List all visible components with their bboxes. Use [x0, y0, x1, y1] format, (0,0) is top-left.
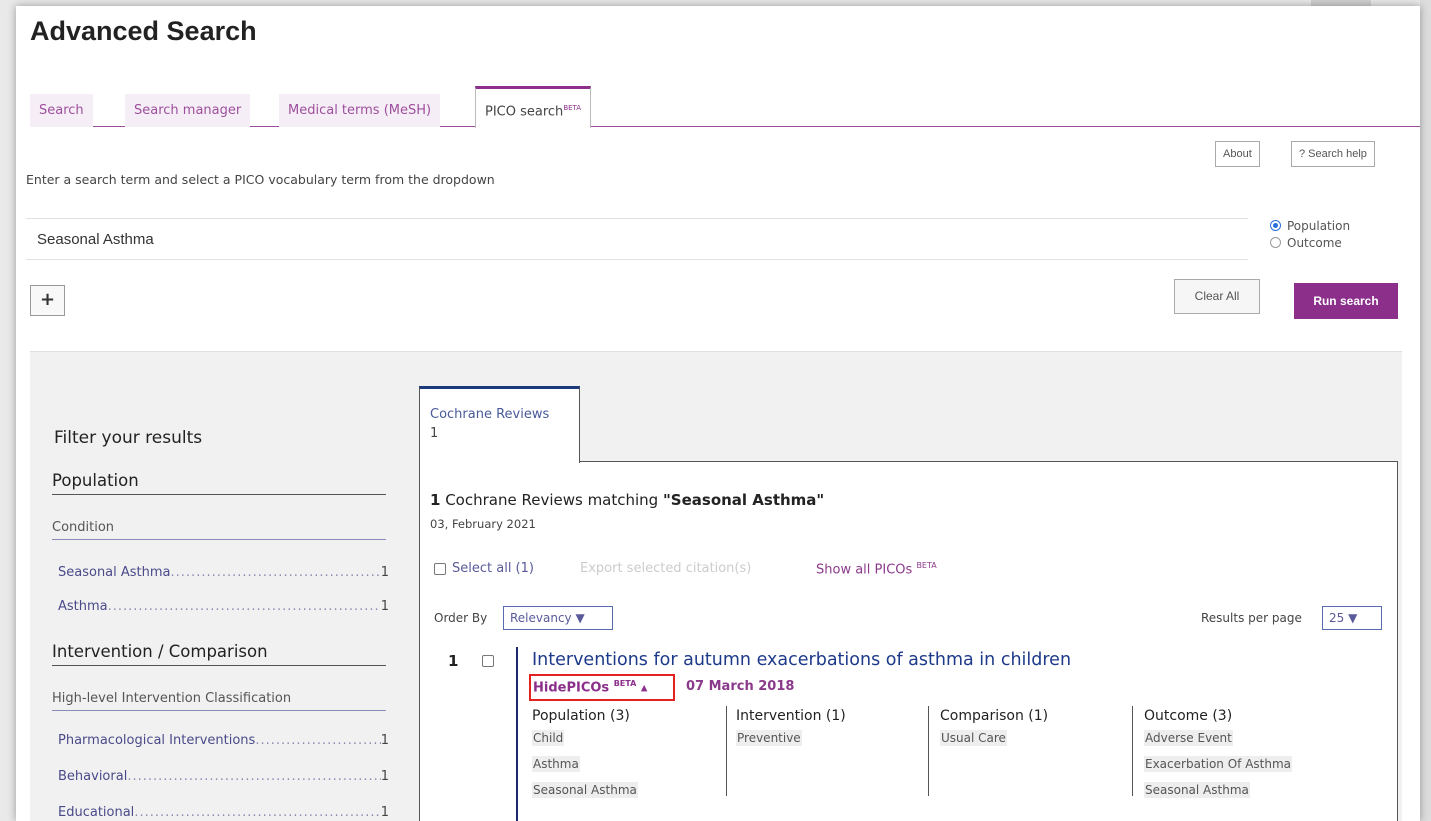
- filter-heading-population: Population: [52, 471, 386, 495]
- order-by-select[interactable]: Relevancy ▼: [503, 606, 613, 630]
- tab-search[interactable]: Search: [30, 94, 93, 127]
- radio-button-icon[interactable]: [1270, 237, 1281, 248]
- tab-pico-search[interactable]: PICO searchBETA: [475, 86, 592, 128]
- caret-down-icon: ▼: [575, 611, 585, 625]
- about-button[interactable]: About: [1215, 141, 1260, 167]
- pico-term[interactable]: Seasonal Asthma: [1144, 782, 1292, 798]
- filter-item-educational[interactable]: Educational1: [58, 805, 389, 820]
- add-term-button[interactable]: +: [30, 285, 65, 316]
- pico-search-input[interactable]: [26, 218, 1248, 260]
- advanced-search-page: Advanced Search Search Search manager Me…: [16, 6, 1420, 821]
- pico-comparison: Comparison (1) Usual Care: [940, 708, 1049, 746]
- select-all-checkbox[interactable]: Select all (1): [434, 561, 534, 576]
- pico-population: Population (3) Child Asthma Seasonal Ast…: [532, 708, 638, 798]
- result-accent-bar: [516, 647, 518, 821]
- pico-term[interactable]: Seasonal Asthma: [532, 782, 638, 798]
- results-per-page-label: Results per page: [1201, 611, 1302, 625]
- caret-down-icon: ▼: [1348, 611, 1358, 625]
- caret-up-icon: ▴: [640, 680, 648, 696]
- results-date: 03, February 2021: [430, 517, 536, 531]
- pico-term[interactable]: Exacerbation Of Asthma: [1144, 756, 1293, 772]
- hide-picos-toggle[interactable]: HidePICOs BETA ▴: [529, 674, 675, 701]
- filter-item-pharmacological[interactable]: Pharmacological Interventions1: [58, 733, 389, 748]
- search-hint: Enter a search term and select a PICO vo…: [26, 172, 495, 187]
- results-per-page-select[interactable]: 25 ▼: [1322, 606, 1382, 630]
- page-title: Advanced Search: [30, 16, 257, 46]
- show-all-picos-link[interactable]: Show all PICOs BETA: [816, 561, 937, 577]
- export-citations-link[interactable]: Export selected citation(s): [580, 561, 751, 576]
- results-heading: 1 Cochrane Reviews matching "Seasonal As…: [430, 491, 825, 509]
- order-by-label: Order By: [434, 611, 488, 625]
- radio-population[interactable]: Population: [1270, 217, 1350, 234]
- review-date: 07 March 2018: [686, 679, 795, 694]
- radio-button-icon[interactable]: [1270, 220, 1281, 231]
- pico-term[interactable]: Usual Care: [940, 730, 1048, 746]
- pico-type-radio-group: Population Outcome: [1270, 217, 1350, 251]
- clear-all-button[interactable]: Clear All: [1174, 279, 1260, 314]
- pico-term[interactable]: Asthma: [532, 756, 638, 772]
- search-help-button[interactable]: ? Search help: [1291, 141, 1375, 167]
- pico-intervention: Intervention (1) Preventive: [736, 708, 846, 746]
- filter-heading-intervention: Intervention / Comparison: [52, 642, 386, 666]
- result-checkbox[interactable]: [482, 655, 494, 667]
- pico-outcome: Outcome (3) Adverse Event Exacerbation O…: [1144, 708, 1293, 798]
- pico-divider: [726, 706, 727, 796]
- pico-divider: [928, 706, 929, 796]
- radio-outcome[interactable]: Outcome: [1270, 234, 1350, 251]
- filter-item-asthma[interactable]: Asthma1: [58, 599, 389, 614]
- pico-term[interactable]: Adverse Event: [1144, 730, 1292, 746]
- run-search-button[interactable]: Run search: [1294, 283, 1398, 319]
- filter-item-behavioral[interactable]: Behavioral1: [58, 769, 389, 784]
- pico-term[interactable]: Preventive: [736, 730, 846, 746]
- review-title-link[interactable]: Interventions for autumn exacerbations o…: [532, 650, 1071, 670]
- checkbox-icon[interactable]: [434, 562, 446, 575]
- pico-divider: [1132, 706, 1133, 796]
- tab-search-manager[interactable]: Search manager: [125, 94, 251, 127]
- tab-cochrane-reviews[interactable]: Cochrane Reviews 1: [419, 386, 580, 463]
- result-number: 1: [448, 652, 459, 670]
- filter-title: Filter your results: [54, 428, 203, 448]
- filter-subheading-intervention-classification: High-level Intervention Classification: [52, 691, 386, 711]
- scrollbar-track[interactable]: [1420, 0, 1431, 821]
- pico-term[interactable]: Child: [532, 730, 638, 746]
- search-tabs: Search Search manager Medical terms (MeS…: [30, 86, 1420, 128]
- filter-item-seasonal-asthma[interactable]: Seasonal Asthma1: [58, 565, 389, 580]
- filter-subheading-condition: Condition: [52, 520, 386, 540]
- tab-medical-terms[interactable]: Medical terms (MeSH): [279, 94, 441, 127]
